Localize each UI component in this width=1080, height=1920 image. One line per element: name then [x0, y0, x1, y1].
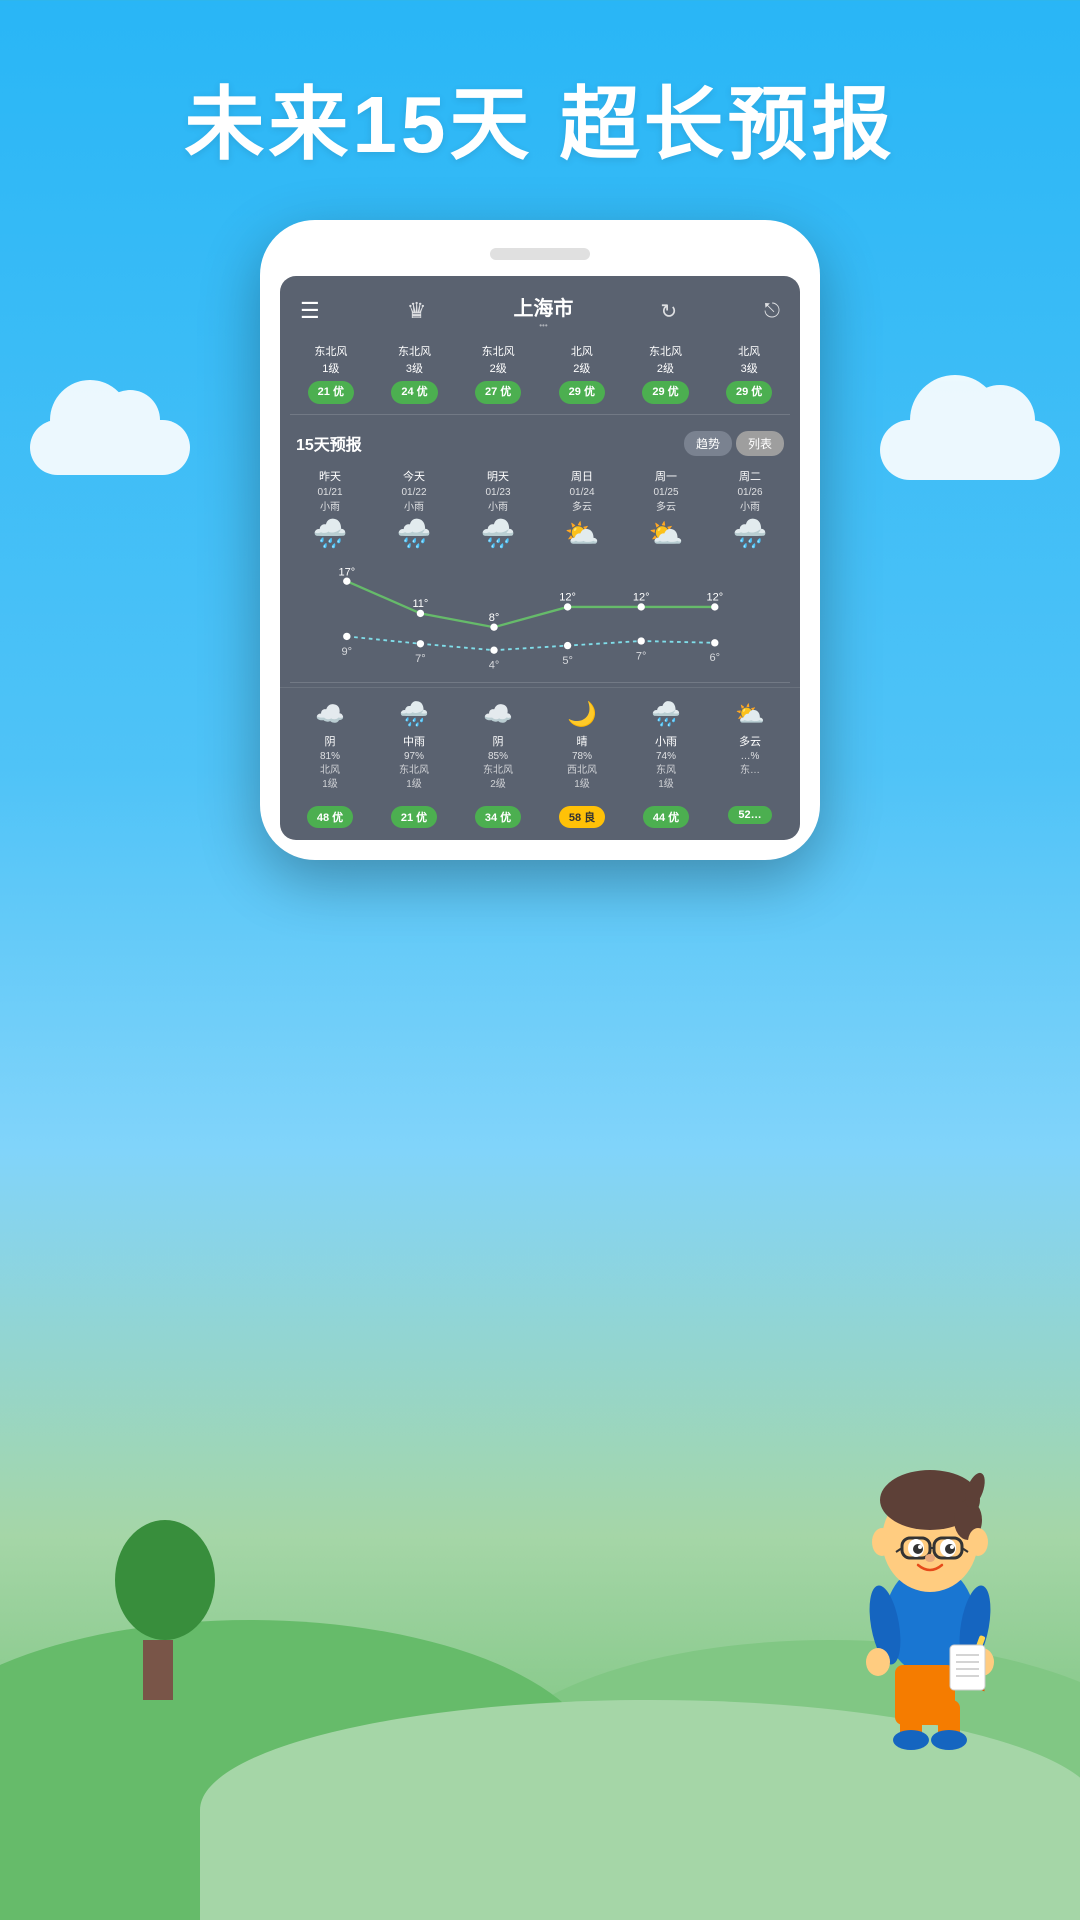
forecast-title: 15天预报	[296, 431, 362, 455]
city-name: 上海市	[513, 292, 573, 321]
top-bar: ☰ ♛ 上海市 ••• ↻ ⎋	[280, 276, 800, 338]
bottom-col-4: 🌧️ 小雨 74% 东风1级	[624, 700, 708, 792]
hero-title: 未来15天 超长预报	[0, 60, 1080, 176]
aqi-bottom-1: 21 优	[372, 802, 456, 828]
phone-screen: ☰ ♛ 上海市 ••• ↻ ⎋ 东北风1级 21 优 东北风3级 24 优 东北	[280, 276, 800, 840]
wind-cell-1: 东北风1级 21 优	[290, 344, 372, 404]
wind-cell-6: 北风3级 29 优	[708, 344, 790, 404]
wind-cell-5: 东北风2级 29 优	[625, 344, 707, 404]
bottom-col-5: ⛅ 多云 …% 东…	[708, 700, 792, 792]
wind-cell-4: 北风2级 29 优	[541, 344, 623, 404]
svg-text:6°: 6°	[710, 653, 721, 665]
tab-trend[interactable]: 趋势	[684, 431, 732, 456]
svg-text:12°: 12°	[559, 592, 576, 604]
aqi-bottom-4: 44 优	[624, 802, 708, 828]
forecast-col-0: 昨天 01/21 小雨 🌧️	[288, 468, 372, 555]
bottom-forecast: ☁️ 阴 81% 北风1级 🌧️ 中雨 97% 东北风1级 ☁️ 阴 85% 东…	[280, 687, 800, 796]
crown-icon[interactable]: ♛	[407, 298, 427, 324]
forecast-col-2: 明天 01/23 小雨 🌧️	[456, 468, 540, 555]
aqi-badge-1: 21 优	[308, 381, 354, 404]
share-icon[interactable]: ⎋	[764, 300, 780, 323]
tree-decoration	[100, 1520, 215, 1700]
menu-icon[interactable]: ☰	[300, 298, 320, 324]
aqi-bottom-2: 34 优	[456, 802, 540, 828]
svg-text:5°: 5°	[562, 655, 573, 667]
wind-aqi-row: 东北风1级 21 优 东北风3级 24 优 东北风2级 27 优 北风2级 29…	[280, 338, 800, 410]
svg-text:17°: 17°	[338, 567, 355, 579]
forecast-tabs[interactable]: 趋势 列表	[684, 431, 784, 456]
bottom-col-0: ☁️ 阴 81% 北风1级	[288, 700, 372, 792]
aqi-badge-2: 24 优	[391, 381, 437, 404]
temp-chart: 17° 11° 8° 12° 12° 12° 9° 7° 4° 5° 7° 6°	[280, 558, 800, 678]
phone-speaker	[490, 248, 590, 260]
character-svg	[820, 1390, 1040, 1750]
forecast-col-3: 周日 01/24 多云 ⛅	[540, 468, 624, 555]
wind-cell-2: 东北风3级 24 优	[374, 344, 456, 404]
aqi-badge-3: 27 优	[475, 381, 521, 404]
bottom-col-1: 🌧️ 中雨 97% 东北风1级	[372, 700, 456, 792]
phone-frame: ☰ ♛ 上海市 ••• ↻ ⎋ 东北风1级 21 优 东北风3级 24 优 东北	[260, 220, 820, 860]
aqi-badge-5: 29 优	[642, 381, 688, 404]
character-decoration	[820, 1390, 1020, 1740]
svg-text:7°: 7°	[415, 653, 426, 665]
forecast-days-grid: 昨天 01/21 小雨 🌧️ 今天 01/22 小雨 🌧️ 明天 01/23 小…	[280, 464, 800, 559]
cloud-right	[880, 420, 1060, 480]
aqi-badge-6: 29 优	[726, 381, 772, 404]
svg-text:4°: 4°	[489, 660, 500, 672]
bottom-col-3: 🌙 晴 78% 西北风1级	[540, 700, 624, 792]
forecast-header: 15天预报 趋势 列表	[280, 419, 800, 464]
svg-text:12°: 12°	[706, 592, 723, 604]
svg-text:12°: 12°	[633, 592, 650, 604]
wind-cell-3: 东北风2级 27 优	[457, 344, 539, 404]
forecast-col-1: 今天 01/22 小雨 🌧️	[372, 468, 456, 555]
aqi-bottom-3: 58 良	[540, 802, 624, 828]
refresh-icon[interactable]: ↻	[660, 299, 677, 324]
temp-chart-svg: 17° 11° 8° 12° 12° 12° 9° 7° 4° 5° 7° 6°	[310, 558, 770, 678]
tab-list[interactable]: 列表	[736, 431, 784, 456]
cloud-left	[30, 420, 190, 475]
svg-text:9°: 9°	[342, 646, 353, 658]
aqi-badge-4: 29 优	[559, 381, 605, 404]
forecast-col-5: 周二 01/26 小雨 🌧️	[708, 468, 792, 555]
city-dots: •••	[513, 321, 573, 330]
svg-text:8°: 8°	[489, 612, 500, 624]
forecast-col-4: 周一 01/25 多云 ⛅	[624, 468, 708, 555]
aqi-bottom-5: 52…	[708, 802, 792, 828]
svg-text:11°: 11°	[412, 598, 428, 610]
bottom-col-2: ☁️ 阴 85% 东北风2级	[456, 700, 540, 792]
aqi-bottom-0: 48 优	[288, 802, 372, 828]
svg-text:7°: 7°	[636, 651, 647, 663]
aqi-bottom-row: 48 优 21 优 34 优 58 良 44 优 52…	[280, 796, 800, 840]
